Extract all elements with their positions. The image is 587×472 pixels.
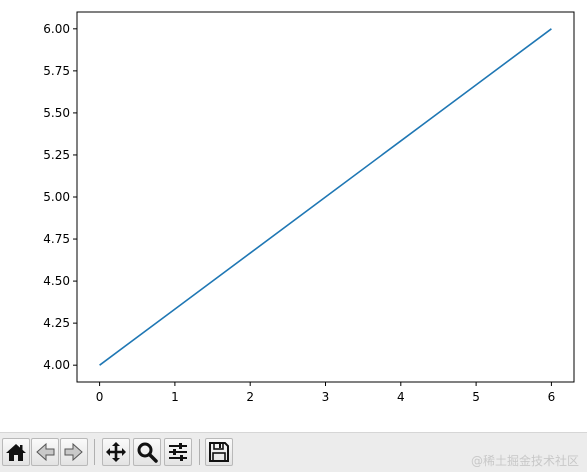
move-icon	[106, 442, 126, 462]
floppy-disk-icon	[209, 442, 229, 462]
configure-subplots-button[interactable]	[164, 438, 192, 466]
y-tick-label: 4.50	[43, 274, 70, 288]
y-tick-label: 5.00	[43, 190, 70, 204]
y-tick-label: 5.75	[43, 64, 70, 78]
x-tick-label: 6	[548, 390, 556, 404]
back-button[interactable]	[31, 438, 59, 466]
y-tick-label: 5.50	[43, 106, 70, 120]
x-tick-label: 1	[171, 390, 179, 404]
sliders-icon	[169, 443, 187, 461]
series-line	[99, 28, 552, 366]
x-tick-label: 3	[322, 390, 330, 404]
x-tick-label: 4	[397, 390, 405, 404]
pan-button[interactable]	[102, 438, 130, 466]
figure-canvas: 0 1 2 3 4 5 6 4.00 4.25 4.50 4.75 5.00 5.25 5.50 5.75 6…	[0, 0, 587, 432]
home-icon	[6, 444, 26, 461]
magnifier-icon	[137, 442, 158, 463]
x-tick-label: 2	[246, 390, 254, 404]
y-tick-label: 5.25	[43, 148, 70, 162]
arrow-right-icon	[64, 442, 83, 462]
y-tick-label: 4.75	[43, 232, 70, 246]
toolbar-separator	[199, 439, 200, 465]
watermark-text: @稀土掘金技术社区	[470, 454, 579, 468]
x-tick-label: 5	[472, 390, 480, 404]
toolbar-separator	[94, 439, 95, 465]
x-tick-label: 0	[96, 390, 104, 404]
y-tick-label: 6.00	[43, 22, 70, 36]
zoom-button[interactable]	[133, 438, 161, 466]
y-tick-label: 4.00	[43, 358, 70, 372]
save-button[interactable]	[205, 438, 233, 466]
forward-button[interactable]	[60, 438, 88, 466]
home-button[interactable]	[2, 438, 30, 466]
y-tick-label: 4.25	[43, 316, 70, 330]
arrow-left-icon	[36, 442, 55, 462]
plot-area: 0 1 2 3 4 5 6 4.00 4.25 4.50 4.75 5.00 5.25 5.50 5.75 6…	[43, 11, 575, 404]
